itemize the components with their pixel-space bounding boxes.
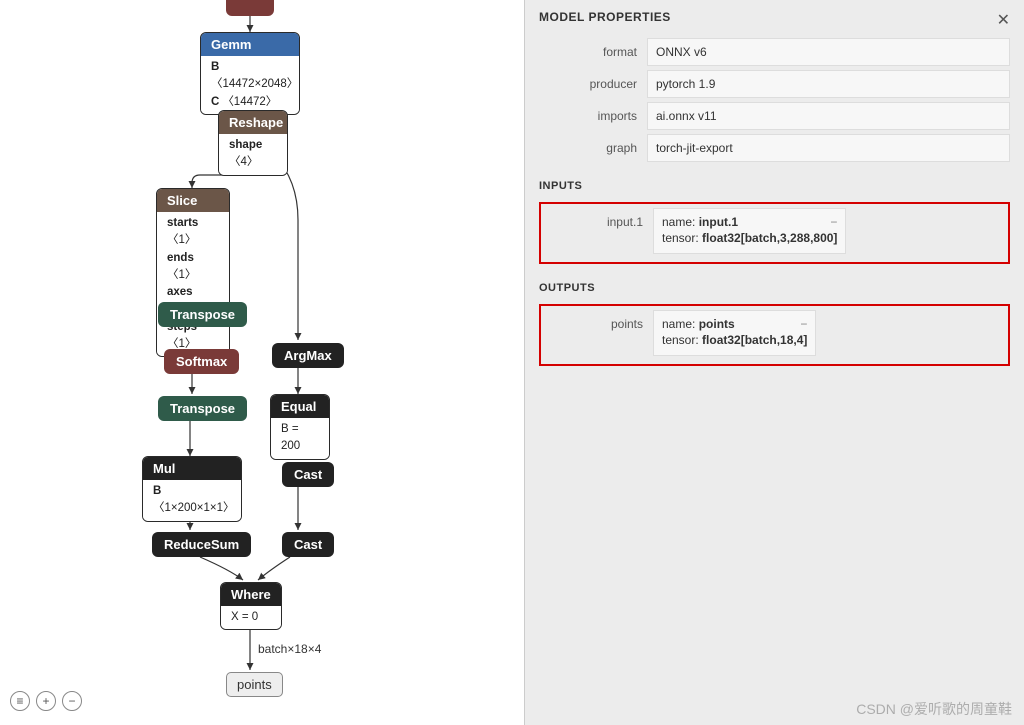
node-mul[interactable]: Mul B〈1×200×1×1〉 bbox=[142, 456, 242, 522]
prop-label: graph bbox=[539, 134, 647, 162]
toolbar-list-button[interactable]: ≡ bbox=[10, 691, 30, 711]
zoom-in-button[interactable]: + bbox=[36, 691, 56, 711]
graph-canvas[interactable]: Gemm B〈14472×2048〉 C〈14472〉 Reshape shap… bbox=[0, 0, 524, 725]
output-block: points − name: points tensor: float32[ba… bbox=[539, 304, 1010, 366]
inputs-heading: INPUTS bbox=[539, 180, 1010, 192]
prop-format: format ONNX v6 bbox=[539, 38, 1010, 66]
prop-value: ONNX v6 bbox=[647, 38, 1010, 66]
edge-shape-label: batch×18×4 bbox=[258, 642, 321, 656]
prop-label: format bbox=[539, 38, 647, 66]
close-icon[interactable]: ✕ bbox=[997, 10, 1010, 30]
node-title: Slice bbox=[157, 189, 229, 212]
node-attrs: shape〈4〉 bbox=[219, 134, 287, 175]
toolbar: ≡ + − bbox=[10, 691, 82, 711]
node-reducesum[interactable]: ReduceSum bbox=[152, 532, 251, 557]
prop-graph: graph torch-jit-export bbox=[539, 134, 1010, 162]
node-attrs: B〈14472×2048〉 C〈14472〉 bbox=[201, 56, 299, 114]
outputs-heading: OUTPUTS bbox=[539, 282, 1010, 294]
prop-imports: imports ai.onnx v11 bbox=[539, 102, 1010, 130]
prop-value: pytorch 1.9 bbox=[647, 70, 1010, 98]
node-truncated-top[interactable] bbox=[226, 0, 274, 16]
node-equal[interactable]: Equal B = 200 bbox=[270, 394, 330, 460]
prop-producer: producer pytorch 1.9 bbox=[539, 70, 1010, 98]
node-title: Equal bbox=[271, 395, 329, 418]
node-output-points[interactable]: points bbox=[226, 672, 283, 697]
zoom-out-button[interactable]: − bbox=[62, 691, 82, 711]
prop-label: imports bbox=[539, 102, 647, 130]
prop-value: torch-jit-export bbox=[647, 134, 1010, 162]
io-body: − name: points tensor: float32[batch,18,… bbox=[653, 310, 816, 356]
node-attrs: starts〈1〉 ends〈1〉 axes〈1〉 steps〈1〉 bbox=[157, 212, 229, 356]
node-gemm[interactable]: Gemm B〈14472×2048〉 C〈14472〉 bbox=[200, 32, 300, 115]
node-attrs: B = 200 bbox=[271, 418, 329, 459]
node-attrs: B〈1×200×1×1〉 bbox=[143, 480, 241, 521]
io-body: − name: input.1 tensor: float32[batch,3,… bbox=[653, 208, 846, 254]
prop-value: ai.onnx v11 bbox=[647, 102, 1010, 130]
node-transpose-2[interactable]: Transpose bbox=[158, 396, 247, 421]
node-softmax[interactable]: Softmax bbox=[164, 349, 239, 374]
collapse-icon[interactable]: − bbox=[830, 215, 837, 229]
node-slice[interactable]: Slice starts〈1〉 ends〈1〉 axes〈1〉 steps〈1〉 bbox=[156, 188, 230, 357]
node-cast-1[interactable]: Cast bbox=[282, 462, 334, 487]
node-argmax[interactable]: ArgMax bbox=[272, 343, 344, 368]
io-side-label: points bbox=[545, 310, 653, 356]
node-title: Mul bbox=[143, 457, 241, 480]
prop-label: producer bbox=[539, 70, 647, 98]
node-title: Gemm bbox=[201, 33, 299, 56]
node-cast-2[interactable]: Cast bbox=[282, 532, 334, 557]
node-title: Where bbox=[221, 583, 281, 606]
node-reshape[interactable]: Reshape shape〈4〉 bbox=[218, 110, 288, 176]
input-block: input.1 − name: input.1 tensor: float32[… bbox=[539, 202, 1010, 264]
node-title: Reshape bbox=[219, 111, 287, 134]
properties-panel: MODEL PROPERTIES ✕ format ONNX v6 produc… bbox=[524, 0, 1024, 725]
panel-title: MODEL PROPERTIES bbox=[539, 10, 1010, 24]
node-transpose-1[interactable]: Transpose bbox=[158, 302, 247, 327]
io-side-label: input.1 bbox=[545, 208, 653, 254]
collapse-icon[interactable]: − bbox=[800, 317, 807, 331]
node-where[interactable]: Where X = 0 bbox=[220, 582, 282, 630]
node-attrs: X = 0 bbox=[221, 606, 281, 629]
